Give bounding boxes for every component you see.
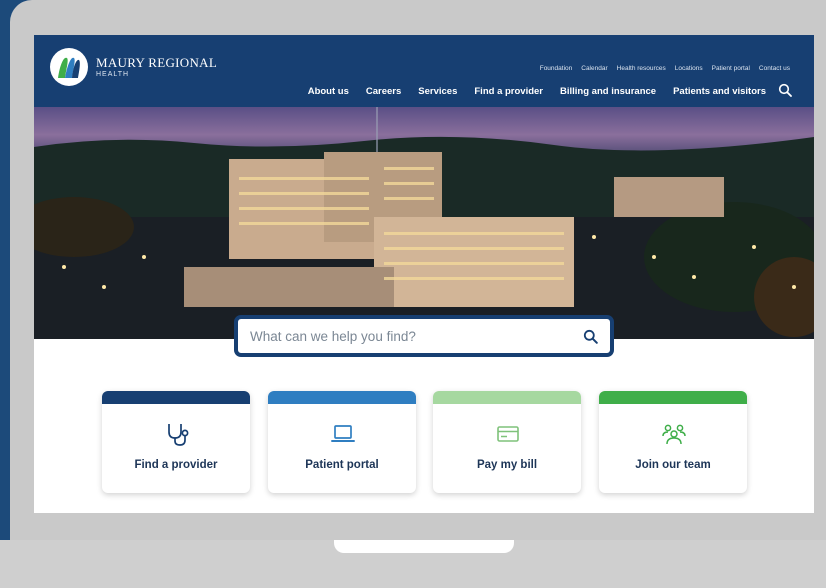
nav-billing-and-insurance[interactable]: Billing and insurance (560, 86, 656, 97)
quick-link-card-pay-my-bill[interactable]: Pay my bill (433, 391, 581, 493)
credit-card-icon (497, 426, 519, 442)
utility-link-foundation[interactable]: Foundation (540, 65, 573, 72)
nav-services[interactable]: Services (418, 86, 457, 97)
card-label: Join our team (635, 459, 711, 471)
nav-patients-and-visitors[interactable]: Patients and visitors (673, 86, 766, 97)
utility-link-health-resources[interactable]: Health resources (617, 65, 666, 72)
search-icon[interactable] (778, 83, 792, 97)
logo-title: MAURY REGIONAL (96, 55, 218, 70)
nav-careers[interactable]: Careers (366, 86, 401, 97)
site-search-field[interactable]: What can we help you find? (234, 315, 614, 357)
card-band (102, 391, 250, 404)
main-nav: About us Careers Services Find a provide… (308, 86, 766, 97)
quick-link-card-join-our-team[interactable]: Join our team (599, 391, 747, 493)
nav-about-us[interactable]: About us (308, 86, 349, 97)
nav-find-a-provider[interactable]: Find a provider (474, 86, 543, 97)
people-group-icon (662, 424, 686, 445)
utility-nav: Foundation Calendar Health resources Loc… (540, 65, 790, 72)
site-logo[interactable]: MAURY REGIONAL HEALTH (50, 48, 217, 86)
logo-mark-icon (50, 48, 88, 86)
website-screen: MAURY REGIONAL HEALTH Foundation Calenda… (34, 35, 814, 513)
card-label: Find a provider (134, 459, 218, 471)
utility-link-calendar[interactable]: Calendar (581, 65, 607, 72)
stethoscope-icon (168, 424, 189, 446)
card-band (433, 391, 581, 404)
laptop-notch (334, 540, 514, 553)
quick-link-card-patient-portal[interactable]: Patient portal (268, 391, 416, 493)
card-label: Patient portal (305, 459, 379, 471)
quick-link-card-find-a-provider[interactable]: Find a provider (102, 391, 250, 493)
utility-link-locations[interactable]: Locations (675, 65, 703, 72)
utility-link-contact-us[interactable]: Contact us (759, 65, 790, 72)
card-band (268, 391, 416, 404)
logo-subtitle: HEALTH (96, 71, 130, 78)
search-submit-icon[interactable] (583, 329, 598, 344)
laptop-icon (331, 425, 355, 442)
search-placeholder: What can we help you find? (250, 329, 416, 344)
site-header: MAURY REGIONAL HEALTH Foundation Calenda… (34, 35, 814, 107)
card-label: Pay my bill (476, 459, 538, 471)
hero-image (34, 107, 814, 339)
utility-link-patient-portal[interactable]: Patient portal (712, 65, 750, 72)
card-band (599, 391, 747, 404)
